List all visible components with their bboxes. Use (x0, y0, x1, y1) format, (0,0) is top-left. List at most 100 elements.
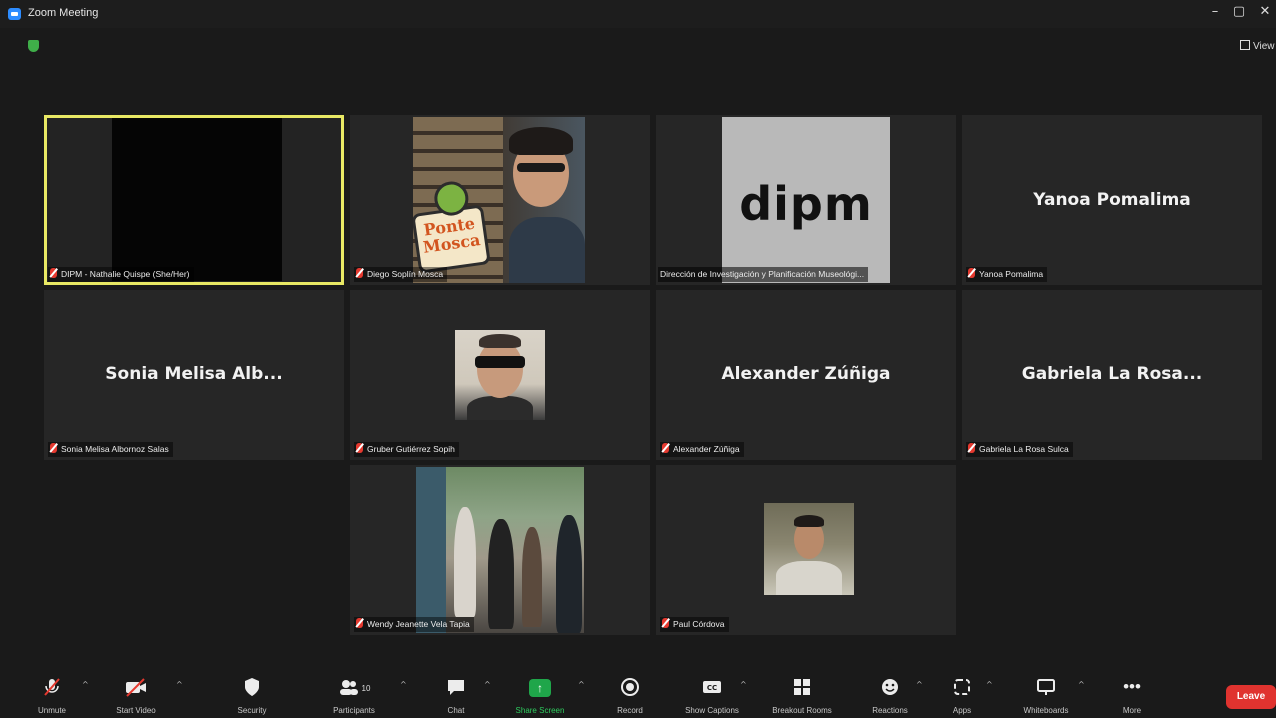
participant-display-name: Sonia Melisa Alb... (105, 364, 283, 384)
whiteboard-icon (1006, 676, 1086, 698)
participant-tile[interactable]: Gruber Gutiérrez Sopih (350, 290, 650, 460)
participant-video (455, 330, 545, 420)
mic-muted-icon (50, 268, 57, 278)
unmute-button[interactable]: Unmute (12, 676, 92, 715)
record-label: Record (617, 706, 643, 715)
encryption-shield-icon[interactable] (28, 40, 39, 52)
participant-label: Wendy Jeanette Vela Tapia (354, 617, 474, 632)
door-frame (416, 467, 446, 633)
person-figure (522, 527, 542, 627)
ponte-mosca-sticker: Ponte Mosca (413, 179, 491, 274)
breakout-rooms-button[interactable]: Breakout Rooms (762, 676, 842, 715)
participant-tile[interactable]: Yanoa Pomalima Yanoa Pomalima (962, 115, 1262, 285)
breakout-rooms-icon (762, 676, 842, 698)
mic-muted-icon (356, 443, 363, 453)
participant-label: Gruber Gutiérrez Sopih (354, 442, 459, 457)
breakout-rooms-label: Breakout Rooms (772, 706, 832, 715)
title-bar: Zoom Meeting – ▢ ✕ (0, 0, 1276, 28)
whiteboards-button[interactable]: Whiteboards (1006, 676, 1086, 715)
whiteboards-options-caret[interactable]: ^ (1078, 680, 1085, 689)
participant-label: Diego Soplín Mosca (354, 267, 448, 282)
start-video-label: Start Video (116, 706, 156, 715)
maximize-button[interactable]: ▢ (1230, 4, 1248, 19)
chat-options-caret[interactable]: ^ (484, 680, 491, 689)
participant-tile[interactable]: Alexander Zúñiga Alexander Zúñiga (656, 290, 956, 460)
view-label: View (1253, 41, 1275, 52)
participant-video: dipm (722, 117, 890, 283)
participant-tile[interactable]: DIPM - Nathalie Quispe (She/Her) (44, 115, 344, 285)
participants-options-caret[interactable]: ^ (400, 680, 407, 689)
participant-video (112, 118, 282, 281)
close-button[interactable]: ✕ (1256, 4, 1274, 19)
person-figure (556, 515, 582, 633)
more-label: More (1122, 706, 1142, 715)
participant-label: Sonia Melisa Albornoz Salas (48, 442, 173, 457)
participant-label: DIPM - Nathalie Quispe (She/Her) (48, 267, 194, 282)
whiteboards-label: Whiteboards (1023, 706, 1069, 715)
participant-tile[interactable]: dipm Dirección de Investigación y Planif… (656, 115, 956, 285)
video-off-icon (96, 676, 176, 698)
participants-count: 10 (361, 684, 371, 694)
participant-label: Paul Córdova (660, 617, 729, 632)
mic-muted-icon (662, 443, 669, 453)
participant-tile[interactable]: Wendy Jeanette Vela Tapia (350, 465, 650, 635)
grid-icon (1240, 40, 1250, 50)
reactions-label: Reactions (872, 706, 908, 715)
more-button[interactable]: ••• More (1092, 676, 1172, 715)
person-shirt (776, 561, 842, 595)
participants-icon: 10 (314, 676, 394, 698)
participants-button[interactable]: 10 Participants (314, 676, 394, 715)
participants-label: Participants (333, 706, 375, 715)
meeting-toolbar: Unmute ^ Start Video ^ Security 10 Parti… (0, 672, 1276, 718)
video-options-caret[interactable]: ^ (176, 680, 183, 689)
mic-muted-icon (50, 443, 57, 453)
security-label: Security (237, 706, 267, 715)
captions-options-caret[interactable]: ^ (740, 680, 747, 689)
mic-muted-icon (968, 443, 975, 453)
person-hair (509, 127, 573, 155)
leave-button[interactable]: Leave (1226, 685, 1276, 709)
mic-muted-icon (968, 268, 975, 278)
apps-options-caret[interactable]: ^ (986, 680, 993, 689)
chat-label: Chat (447, 706, 465, 715)
minimize-button[interactable]: – (1206, 4, 1224, 19)
participant-tile[interactable]: Gabriela La Rosa... Gabriela La Rosa Sul… (962, 290, 1262, 460)
share-screen-button[interactable]: ↑ Share Screen (500, 676, 580, 715)
share-screen-icon: ↑ (500, 676, 580, 698)
participant-tile[interactable]: Sonia Melisa Alb... Sonia Melisa Alborno… (44, 290, 344, 460)
start-video-button[interactable]: Start Video (96, 676, 176, 715)
participant-label: Gabriela La Rosa Sulca (966, 442, 1073, 457)
window-title: Zoom Meeting (28, 7, 99, 19)
unmute-label: Unmute (37, 706, 66, 715)
record-button[interactable]: Record (590, 676, 670, 715)
mic-muted-icon (662, 618, 669, 628)
participant-tile[interactable]: Paul Córdova (656, 465, 956, 635)
participant-tile[interactable]: Ponte Mosca Diego Soplín Mosca (350, 115, 650, 285)
sunglasses (475, 356, 525, 368)
person-shirt (467, 396, 533, 420)
person-hair (479, 334, 521, 348)
person-shirt (509, 217, 585, 283)
participant-label: Dirección de Investigación y Planificaci… (658, 267, 869, 282)
shield-icon (212, 676, 292, 698)
share-screen-label: Share Screen (515, 706, 565, 715)
person-figure (454, 507, 476, 617)
participant-display-name: Gabriela La Rosa... (1021, 364, 1203, 384)
share-options-caret[interactable]: ^ (578, 680, 585, 689)
svg-text:CC: CC (707, 684, 717, 692)
audio-options-caret[interactable]: ^ (82, 680, 89, 689)
participant-display-name: Yanoa Pomalima (1033, 190, 1191, 210)
mic-muted-icon (356, 618, 363, 628)
record-icon (590, 676, 670, 698)
zoom-logo-icon (8, 8, 21, 20)
apps-label: Apps (952, 706, 972, 715)
view-button[interactable]: View (1240, 40, 1275, 52)
participant-label: Alexander Zúñiga (660, 442, 744, 457)
person-face (477, 340, 523, 398)
participant-display-name: Alexander Zúñiga (721, 364, 891, 384)
security-button[interactable]: Security (212, 676, 292, 715)
dipm-logo-text: dipm (739, 177, 873, 231)
participant-video (416, 467, 584, 633)
person-figure (488, 519, 514, 629)
show-captions-label: Show Captions (685, 706, 739, 715)
